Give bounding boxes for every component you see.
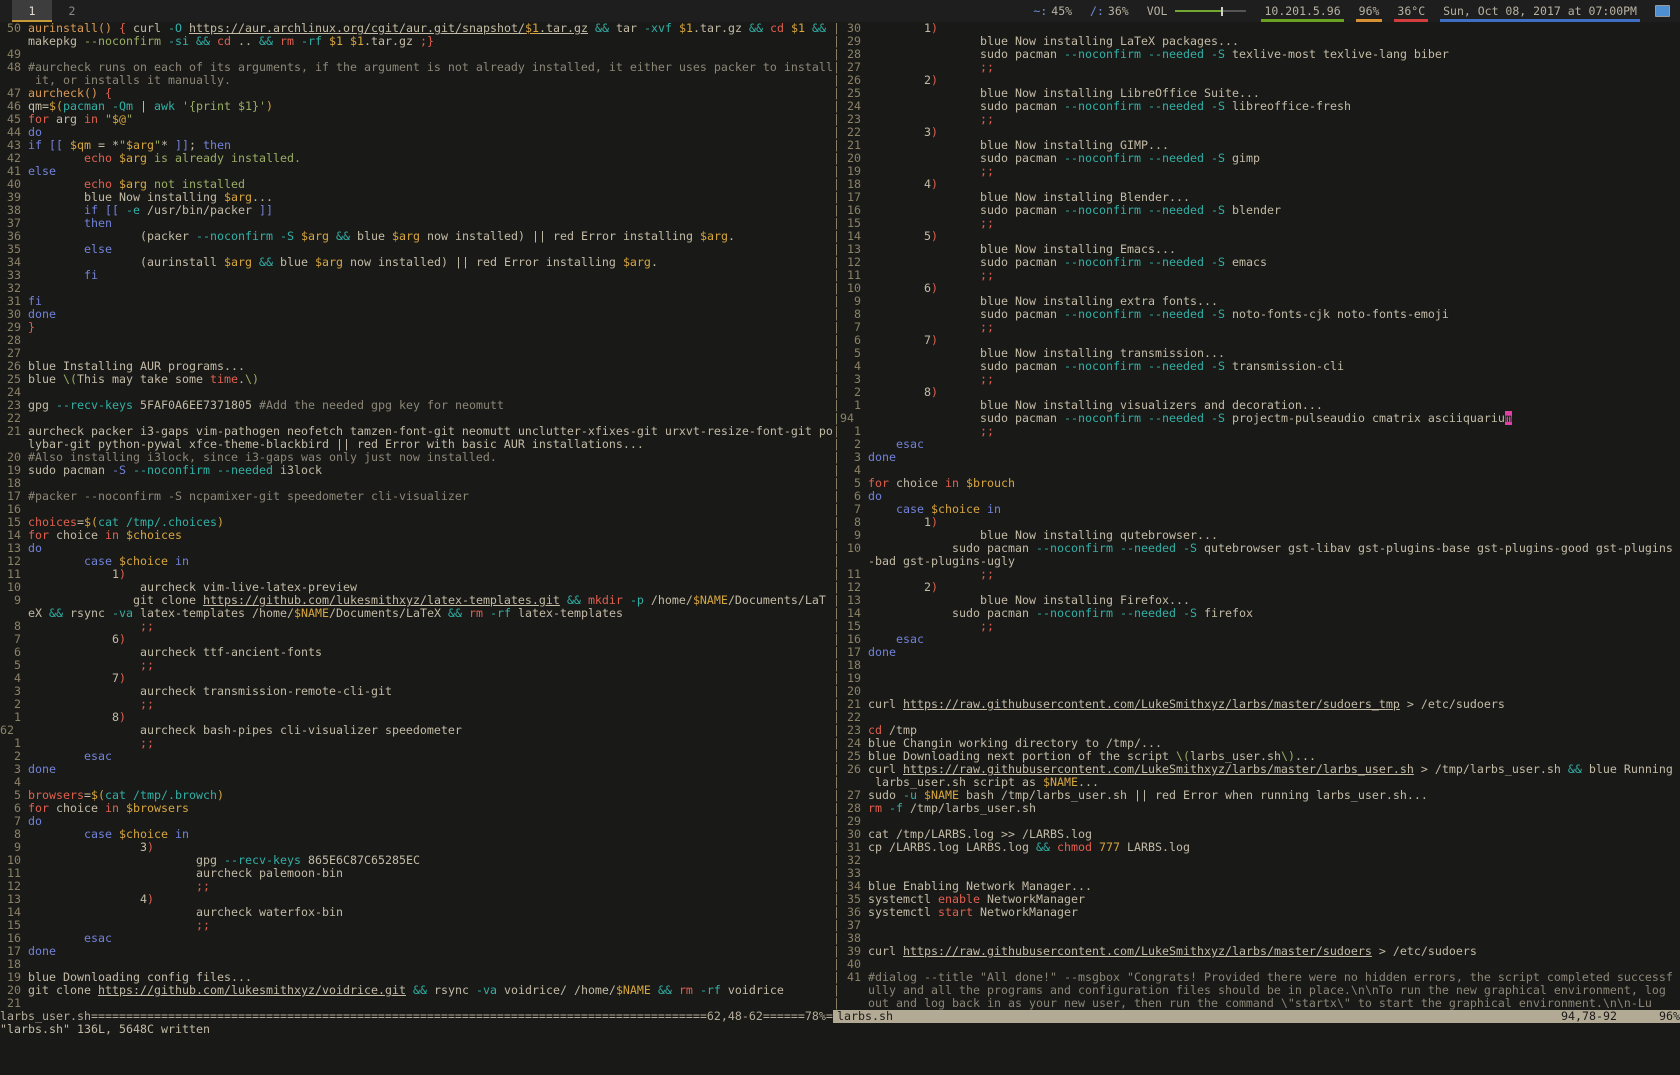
code-line: 33 fi [0,269,833,282]
code-line: 15 ;; [0,919,833,932]
code-line: 3 done [0,763,833,776]
code-line: 27 ;; [840,61,1673,74]
stat-home-usage: ~: 45% [1033,0,1072,22]
stat-temperature: 36°C [1397,0,1425,22]
code-line: 7 case $choice in [840,503,1673,516]
code-line: 32 [0,282,833,295]
code-line: 17 #packer --noconfirm -S ncpamixer-git … [0,490,833,503]
vim-left-pane-larbs_user.sh[interactable]: 50 aurinstall() { curl -O https://aur.ar… [0,22,833,1010]
stat-ip-address: 10.201.5.96 [1264,0,1340,22]
code-line: 6 for choice in $browsers [0,802,833,815]
code-line: 3 done [840,451,1673,464]
code-line: 28 [0,334,833,347]
code-line: 21 curl https://raw.githubusercontent.co… [840,698,1673,711]
root-partition-icon: /: [1090,4,1104,18]
vim-right-pane-larbs.sh[interactable]: 30 1) 29 blue Now installing LaTeX packa… [840,22,1673,1010]
code-line: makepkg --noconfirm -si && cd .. && rm -… [0,35,833,48]
code-line: 20 git clone https://github.com/lukesmit… [0,984,833,997]
text-cursor: m [1505,411,1512,425]
code-line: 19 [840,672,1673,685]
statusline-percent: 96% [1659,1010,1680,1023]
terminal: 50 aurinstall() { curl -O https://aur.ar… [0,22,1680,1050]
code-line: 16 esac [0,932,833,945]
code-line: 37 [840,919,1673,932]
stat-root-usage: /: 36% [1090,0,1129,22]
status-bar: 1 2 ~: 45% /: 36% VOL 10.201.5.96 [0,0,1680,22]
code-line: 29 } [0,321,833,334]
code-line: 2 esac [0,750,833,763]
code-line: 1 ;; [0,737,833,750]
code-line: 25 blue \(This may take some time.\) [0,373,833,386]
vim-vertical-separator[interactable]: | | | | | | | | | | | | | | | | | | | | … [833,22,840,1010]
code-line: it, or installs it manually. [0,74,833,87]
statusline-active-larbs.sh[interactable]: larbs.sh 94,78-92 96% [833,1010,1680,1023]
system-stats: ~: 45% /: 36% VOL 10.201.5.96 96% 36°C [1033,0,1670,22]
code-line: 16 esac [840,633,1673,646]
workspace-button-1[interactable]: 1 [12,0,52,22]
code-line: 31 cp /LARBS.log LARBS.log && chmod 777 … [840,841,1673,854]
code-line: 38 if [[ -e /usr/bin/packer ]] [0,204,833,217]
home-partition-icon: ~: [1033,4,1047,18]
vim-command-line: "larbs.sh" 136L, 5648C written [0,1023,210,1036]
code-line: 18 [840,659,1673,672]
code-line: 1 ;; [840,425,1673,438]
code-line: 42 echo $arg is already installed. [0,152,833,165]
code-line: 32 [840,854,1673,867]
code-line: 15 ;; [840,620,1673,633]
stat-battery: 96% [1359,0,1380,22]
code-line: 22 [840,711,1673,724]
code-line: 19 ;; [840,165,1673,178]
workspace-label: 1 [29,4,36,18]
stat-volume: VOL [1147,0,1247,22]
code-line: 11 ;; [840,568,1673,581]
code-line: 30 done [0,308,833,321]
code-line: out and log back in as your new user, th… [840,997,1673,1010]
code-line: 15 ;; [840,217,1673,230]
code-line: 11 ;; [840,269,1673,282]
tray-network-monitor-icon[interactable] [1655,5,1670,17]
code-line: 7 ;; [840,321,1673,334]
code-line: 17 done [840,646,1673,659]
workspace-label: 2 [69,4,76,18]
volume-gauge-fill [1175,10,1221,12]
code-line: 14 for choice in $choices [0,529,833,542]
statusline-filename: larbs.sh [837,1010,893,1023]
code-line: 23 ;; [840,113,1673,126]
code-line: 5 for choice in $brouch [840,477,1673,490]
stat-clock: Sun, Oct 08, 2017 at 07:00PM [1443,0,1637,22]
volume-gauge-track [1223,10,1246,12]
code-line: 19 sudo pacman -S --noconfirm --needed i… [0,464,833,477]
code-line: 28 rm -f /tmp/larbs_user.sh [840,802,1673,815]
volume-gauge [1175,0,1246,22]
code-line: 39 curl https://raw.githubusercontent.co… [840,945,1673,958]
code-line: 17 done [0,945,833,958]
code-line: 23 gpg --recv-keys 5FAF0A6EE7371805 #Add… [0,399,833,412]
code-line: 34 (aurinstall $arg && blue $arg now ins… [0,256,833,269]
workspace-switcher: 1 2 [12,0,92,22]
code-line: 2 esac [840,438,1673,451]
code-line: 36 (packer --noconfirm -S $arg && blue $… [0,230,833,243]
workspace-button-2[interactable]: 2 [52,0,92,22]
code-line: 3 ;; [840,373,1673,386]
statusline-ruler: 94,78-92 [1561,1010,1617,1023]
code-line: 31 fi [0,295,833,308]
code-line: 36 systemctl start NetworkManager [840,906,1673,919]
code-line: 45 for arg in "$@" [0,113,833,126]
